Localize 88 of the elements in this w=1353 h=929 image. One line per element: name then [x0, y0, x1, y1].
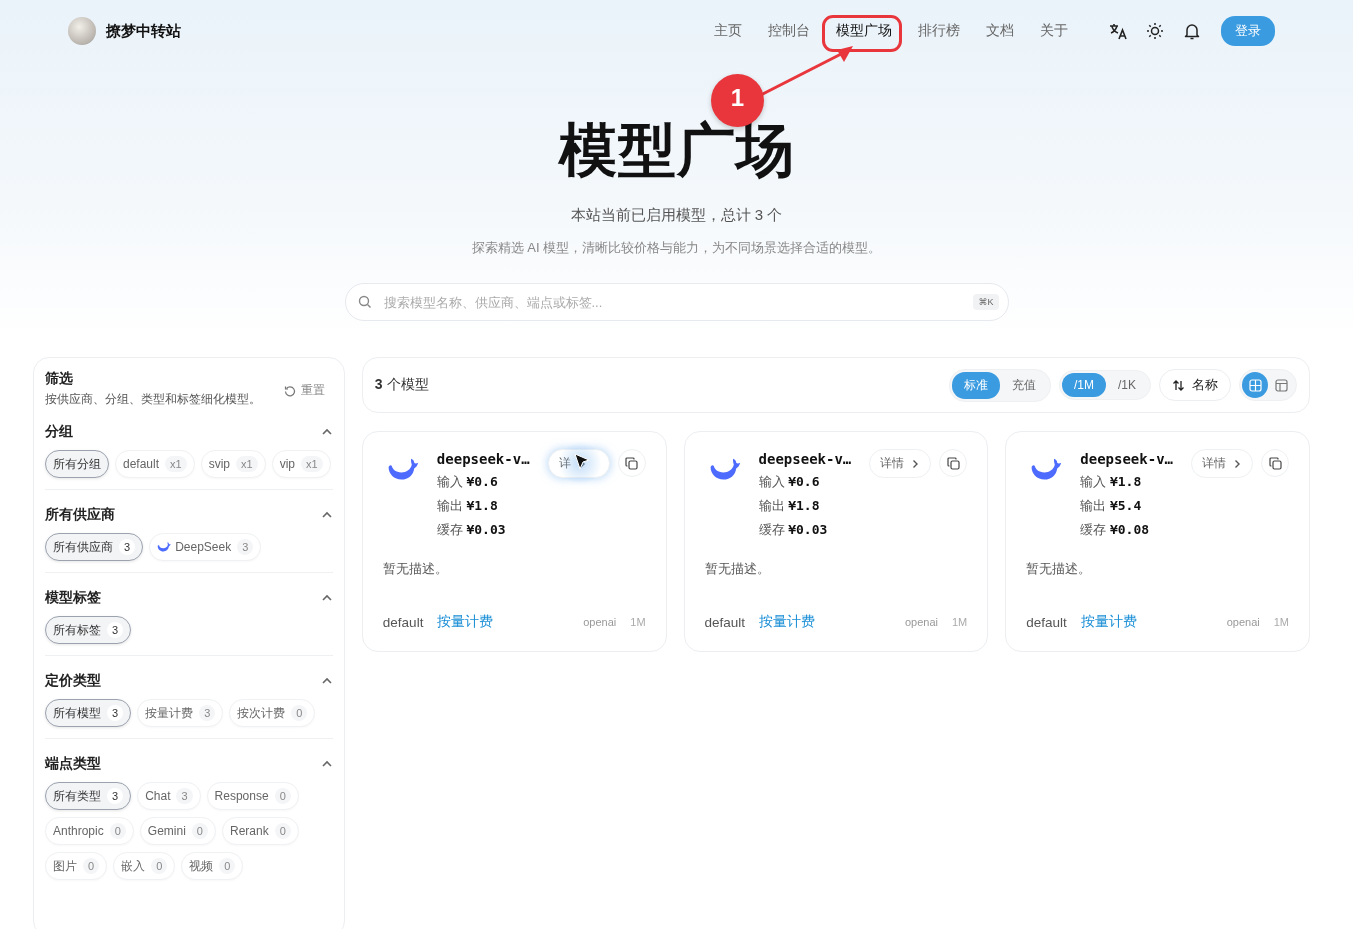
- copy-icon[interactable]: [617, 449, 646, 477]
- details-button[interactable]: 详情: [1191, 449, 1253, 478]
- bell-icon[interactable]: [1182, 21, 1202, 41]
- price-line: 输入 ¥0.6: [758, 473, 821, 491]
- group-tag: default: [382, 614, 424, 630]
- filter-chip[interactable]: 嵌入 0: [113, 852, 176, 880]
- details-button[interactable]: 详: [547, 449, 610, 478]
- filter-chip[interactable]: 按量计费 3: [137, 699, 224, 727]
- site-name: 撩梦中转站: [106, 21, 181, 41]
- cursor-icon: [573, 453, 590, 471]
- endpoint-tag: openai: [904, 616, 938, 628]
- sort-icon: [1172, 378, 1185, 392]
- filter-chip[interactable]: 所有类型 3: [45, 782, 132, 810]
- translate-icon[interactable]: [1108, 21, 1128, 41]
- chevron-icon: [1232, 458, 1242, 469]
- reset-button[interactable]: 重置: [283, 382, 333, 399]
- group-title: 定价类型: [45, 672, 101, 690]
- whale-icon: [708, 458, 741, 482]
- reset-icon: [283, 384, 296, 397]
- filter-chip[interactable]: 所有分组: [45, 450, 109, 478]
- copy-icon[interactable]: [939, 449, 968, 477]
- search-icon: [357, 295, 372, 309]
- filter-chip[interactable]: 按次计费 0: [229, 699, 316, 727]
- filter-chip[interactable]: Gemini 0: [139, 817, 216, 845]
- nav-link[interactable]: 文档: [986, 18, 1014, 44]
- filter-chip[interactable]: Anthropic 0: [45, 817, 134, 845]
- filter-chip[interactable]: 所有模型 3: [45, 699, 132, 727]
- price-line: 输入 ¥0.6: [436, 473, 499, 491]
- model-description: 暂无描述。: [1026, 560, 1093, 578]
- model-name: deepseek-v…: [436, 451, 530, 467]
- endpoint-tag: openai: [583, 616, 617, 628]
- subtitle: 本站当前已启用模型，总计 3 个: [570, 206, 783, 225]
- panel-title: 筛选: [45, 370, 74, 388]
- group-title: 分组: [45, 423, 73, 441]
- group-title: 模型标签: [45, 589, 101, 607]
- description: 探索精选 AI 模型，清晰比较价格与能力，为不同场景选择合适的模型。: [471, 239, 882, 257]
- price-line: 输出 ¥1.8: [436, 497, 499, 515]
- filter-chip[interactable]: 所有标签 3: [45, 616, 132, 644]
- model-count: 3 个模型: [374, 376, 429, 394]
- nav-link[interactable]: 模型广场: [836, 18, 892, 44]
- toggle-option[interactable]: /1K: [1106, 373, 1148, 397]
- copy-icon[interactable]: [1261, 449, 1289, 477]
- sun-icon[interactable]: [1145, 21, 1165, 41]
- price-line: 缓存 ¥0.08: [1080, 521, 1151, 539]
- model-name: deepseek-v…: [1080, 451, 1173, 467]
- price-line: 缓存 ¥0.03: [436, 521, 507, 539]
- whale-icon: [157, 541, 172, 553]
- model-description: 暂无描述。: [382, 560, 449, 578]
- billing-tag: 按量计费: [437, 613, 494, 631]
- group-title: 端点类型: [45, 755, 101, 773]
- toggle-option[interactable]: 充值: [999, 371, 1048, 399]
- whale-icon: [386, 458, 419, 482]
- avatar-icon: [68, 17, 96, 45]
- nav-link[interactable]: 控制台: [768, 18, 810, 44]
- grid-view-icon[interactable]: [1242, 372, 1268, 398]
- group-title: 所有供应商: [45, 506, 115, 524]
- price-line: 缓存 ¥0.03: [758, 521, 829, 539]
- sort-button[interactable]: 名称: [1159, 369, 1231, 401]
- billing-tag: 按量计费: [759, 613, 816, 631]
- filter-chip[interactable]: 视频 0: [181, 852, 244, 880]
- model-name: deepseek-v…: [758, 451, 852, 467]
- nav-link[interactable]: 关于: [1040, 18, 1068, 44]
- billing-tag: 按量计费: [1080, 613, 1137, 631]
- panel-subtitle: 按供应商、分组、类型和标签细化模型。: [45, 392, 261, 407]
- filter-chip[interactable]: 图片 0: [45, 852, 108, 880]
- filter-chip[interactable]: svip x1: [200, 450, 266, 478]
- nav-link[interactable]: 主页: [714, 18, 742, 44]
- filter-chip[interactable]: default x1: [115, 450, 195, 478]
- price-line: 输出 ¥1.8: [758, 497, 821, 515]
- model-description: 暂无描述。: [704, 560, 771, 578]
- price-line: 输入 ¥1.8: [1080, 473, 1143, 491]
- filter-chip[interactable]: Chat 3: [137, 782, 201, 810]
- context-tag: 1M: [630, 616, 646, 628]
- filter-chip[interactable]: DeepSeek 3: [149, 533, 262, 561]
- context-tag: 1M: [1273, 616, 1289, 628]
- filter-chip[interactable]: Rerank 0: [221, 817, 299, 845]
- price-line: 输出 ¥5.4: [1080, 497, 1143, 515]
- nav-link[interactable]: 排行榜: [918, 18, 960, 44]
- group-tag: default: [704, 614, 746, 630]
- whale-icon: [1030, 458, 1063, 482]
- shortcut-key: ⌘K: [973, 294, 999, 310]
- details-button[interactable]: 详情: [869, 449, 932, 478]
- filter-chip[interactable]: vip x1: [271, 450, 331, 478]
- group-tag: default: [1026, 614, 1067, 630]
- filter-chip[interactable]: Response 0: [206, 782, 299, 810]
- context-tag: 1M: [952, 616, 968, 628]
- endpoint-tag: openai: [1226, 616, 1260, 628]
- filter-chip[interactable]: 所有供应商 3: [45, 533, 144, 561]
